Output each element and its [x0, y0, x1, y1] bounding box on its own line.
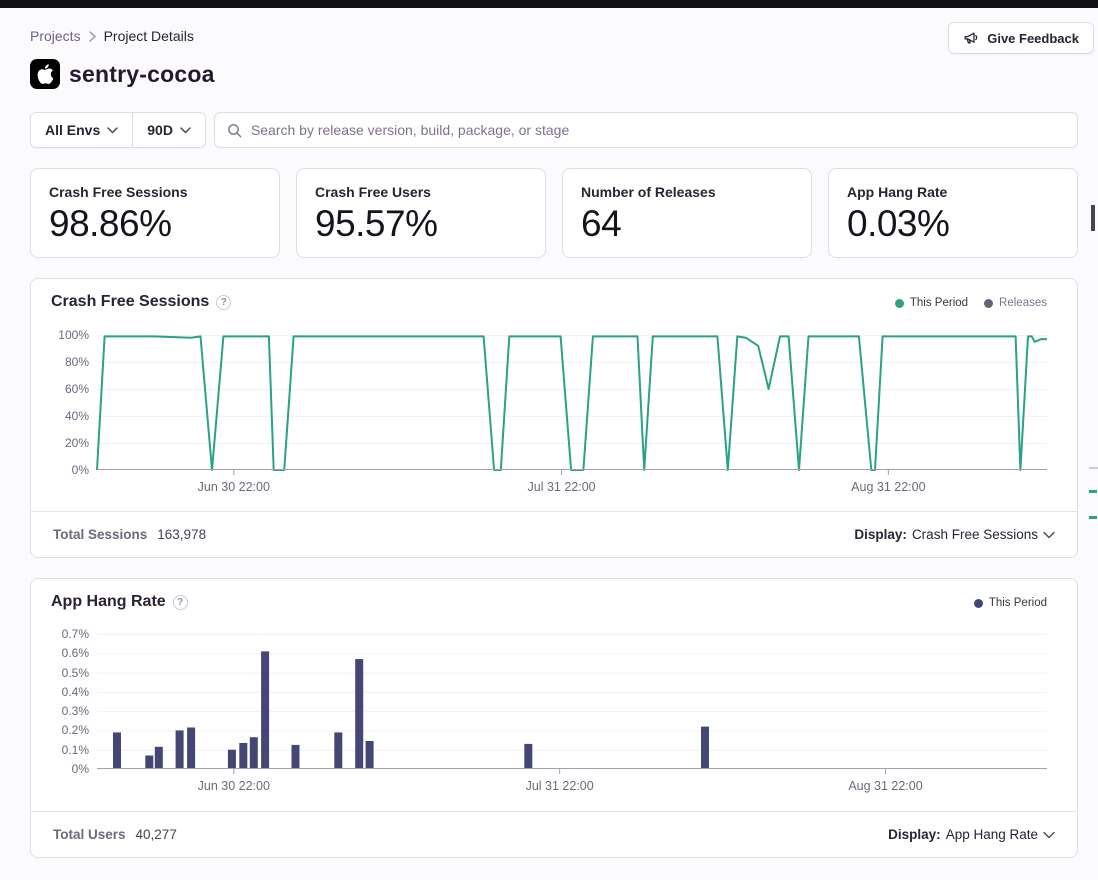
- breadcrumb: Projects Project Details: [30, 28, 194, 44]
- chart-legend: This Period Releases: [895, 297, 1047, 309]
- top-black-bar: [0, 0, 1098, 8]
- x-axis-tick-label: Jul 31 22:00: [527, 480, 595, 494]
- display-dropdown[interactable]: Display: Crash Free Sessions: [854, 527, 1055, 542]
- stat-label: Crash Free Users: [315, 184, 527, 200]
- stat-card-crash-free-users: Crash Free Users 95.57%: [296, 168, 546, 258]
- y-axis-tick-label: 0.2%: [31, 722, 89, 738]
- stat-value: 0.03%: [847, 203, 1059, 245]
- total-sessions-value: 163,978: [157, 527, 206, 542]
- chevron-down-icon: [1043, 531, 1055, 539]
- legend-label: This Period: [910, 297, 968, 309]
- stat-value: 98.86%: [49, 203, 261, 245]
- breadcrumb-projects-link[interactable]: Projects: [30, 28, 81, 44]
- breadcrumb-project-details: Project Details: [104, 28, 194, 44]
- stat-card-crash-free-sessions: Crash Free Sessions 98.86%: [30, 168, 280, 258]
- filter-group: All Envs 90D: [30, 112, 206, 148]
- legend-label: This Period: [989, 597, 1047, 609]
- chart-title: App Hang Rate: [51, 593, 166, 611]
- project-title-row: sentry-cocoa: [30, 59, 215, 89]
- app-hang-rate-chart-card: App Hang Rate ? This Period Total Users …: [30, 578, 1078, 858]
- legend-label: Releases: [999, 297, 1047, 309]
- chevron-down-icon: [107, 127, 118, 134]
- help-icon[interactable]: ?: [173, 595, 188, 610]
- display-dropdown[interactable]: Display: App Hang Rate: [888, 827, 1055, 842]
- stat-value: 95.57%: [315, 203, 527, 245]
- score-cards: Crash Free Sessions 98.86% Crash Free Us…: [30, 168, 1078, 258]
- y-axis-tick-label: 0.5%: [31, 665, 89, 681]
- clipped-content-fragment: [1091, 205, 1095, 231]
- chart-footer: Total Users 40,277 Display: App Hang Rat…: [31, 811, 1077, 857]
- stat-label: Crash Free Sessions: [49, 184, 261, 200]
- megaphone-icon: [963, 31, 979, 46]
- display-value: Crash Free Sessions: [912, 527, 1038, 542]
- crash-free-sessions-chart-card: Crash Free Sessions ? This Period Release…: [30, 278, 1078, 558]
- y-axis-tick-label: 20%: [31, 435, 89, 451]
- clipped-content-fragment: [1089, 516, 1097, 519]
- y-axis-tick-label: 40%: [31, 408, 89, 424]
- y-axis-tick-label: 100%: [31, 327, 89, 343]
- clipped-content-fragment: [1089, 490, 1097, 493]
- help-icon[interactable]: ?: [216, 295, 231, 310]
- chevron-down-icon: [1043, 831, 1055, 839]
- legend-item[interactable]: This Period: [974, 597, 1047, 609]
- chevron-right-icon: [89, 31, 96, 42]
- stat-label: App Hang Rate: [847, 184, 1059, 200]
- period-filter-dropdown[interactable]: 90D: [133, 113, 205, 147]
- legend-dot: [974, 599, 983, 608]
- legend-item[interactable]: This Period: [895, 297, 968, 309]
- give-feedback-button[interactable]: Give Feedback: [948, 22, 1094, 54]
- legend-dot: [984, 299, 993, 308]
- search-input[interactable]: [251, 122, 1065, 138]
- give-feedback-label: Give Feedback: [987, 31, 1079, 46]
- x-axis-tick-label: Jun 30 22:00: [198, 480, 270, 494]
- y-axis-tick-label: 0%: [31, 761, 89, 777]
- chart-footer: Total Sessions 163,978 Display: Crash Fr…: [31, 511, 1077, 557]
- display-label: Display:: [888, 827, 941, 842]
- y-axis-tick-label: 0.7%: [31, 626, 89, 642]
- environment-filter-label: All Envs: [45, 122, 100, 138]
- y-axis-tick-label: 0.1%: [31, 742, 89, 758]
- stat-value: 64: [581, 203, 793, 245]
- legend-item[interactable]: Releases: [984, 297, 1047, 309]
- y-axis-tick-label: 0.6%: [31, 645, 89, 661]
- y-axis-tick-label: 0.4%: [31, 684, 89, 700]
- x-axis-tick-label: Aug 31 22:00: [851, 480, 925, 494]
- total-users-value: 40,277: [136, 827, 177, 842]
- display-value: App Hang Rate: [946, 827, 1038, 842]
- clipped-content-fragment: [1089, 467, 1098, 469]
- total-users-label: Total Users: [53, 827, 126, 842]
- y-axis-tick-label: 0%: [31, 462, 89, 478]
- stat-label: Number of Releases: [581, 184, 793, 200]
- chevron-down-icon: [180, 127, 191, 134]
- page-title: sentry-cocoa: [69, 61, 215, 88]
- legend-dot: [895, 299, 904, 308]
- total-sessions-label: Total Sessions: [53, 527, 147, 542]
- release-search-box[interactable]: [214, 112, 1078, 148]
- period-filter-label: 90D: [147, 122, 173, 138]
- environment-filter-dropdown[interactable]: All Envs: [31, 113, 132, 147]
- y-axis-tick-label: 60%: [31, 381, 89, 397]
- x-axis-tick-label: Aug 31 22:00: [848, 779, 922, 793]
- stat-card-number-of-releases: Number of Releases 64: [562, 168, 812, 258]
- y-axis-tick-label: 0.3%: [31, 703, 89, 719]
- apple-icon: [30, 59, 60, 89]
- y-axis-tick-label: 80%: [31, 354, 89, 370]
- x-axis-tick-label: Jul 31 22:00: [526, 779, 594, 793]
- x-axis-tick-label: Jun 30 22:00: [198, 779, 270, 793]
- search-icon: [227, 123, 242, 138]
- line-chart-plot[interactable]: [97, 335, 1047, 476]
- chart-title: Crash Free Sessions: [51, 293, 209, 311]
- stat-card-app-hang-rate: App Hang Rate 0.03%: [828, 168, 1078, 258]
- display-label: Display:: [854, 527, 907, 542]
- bar-chart-plot[interactable]: [97, 634, 1047, 775]
- chart-legend: This Period: [974, 597, 1047, 609]
